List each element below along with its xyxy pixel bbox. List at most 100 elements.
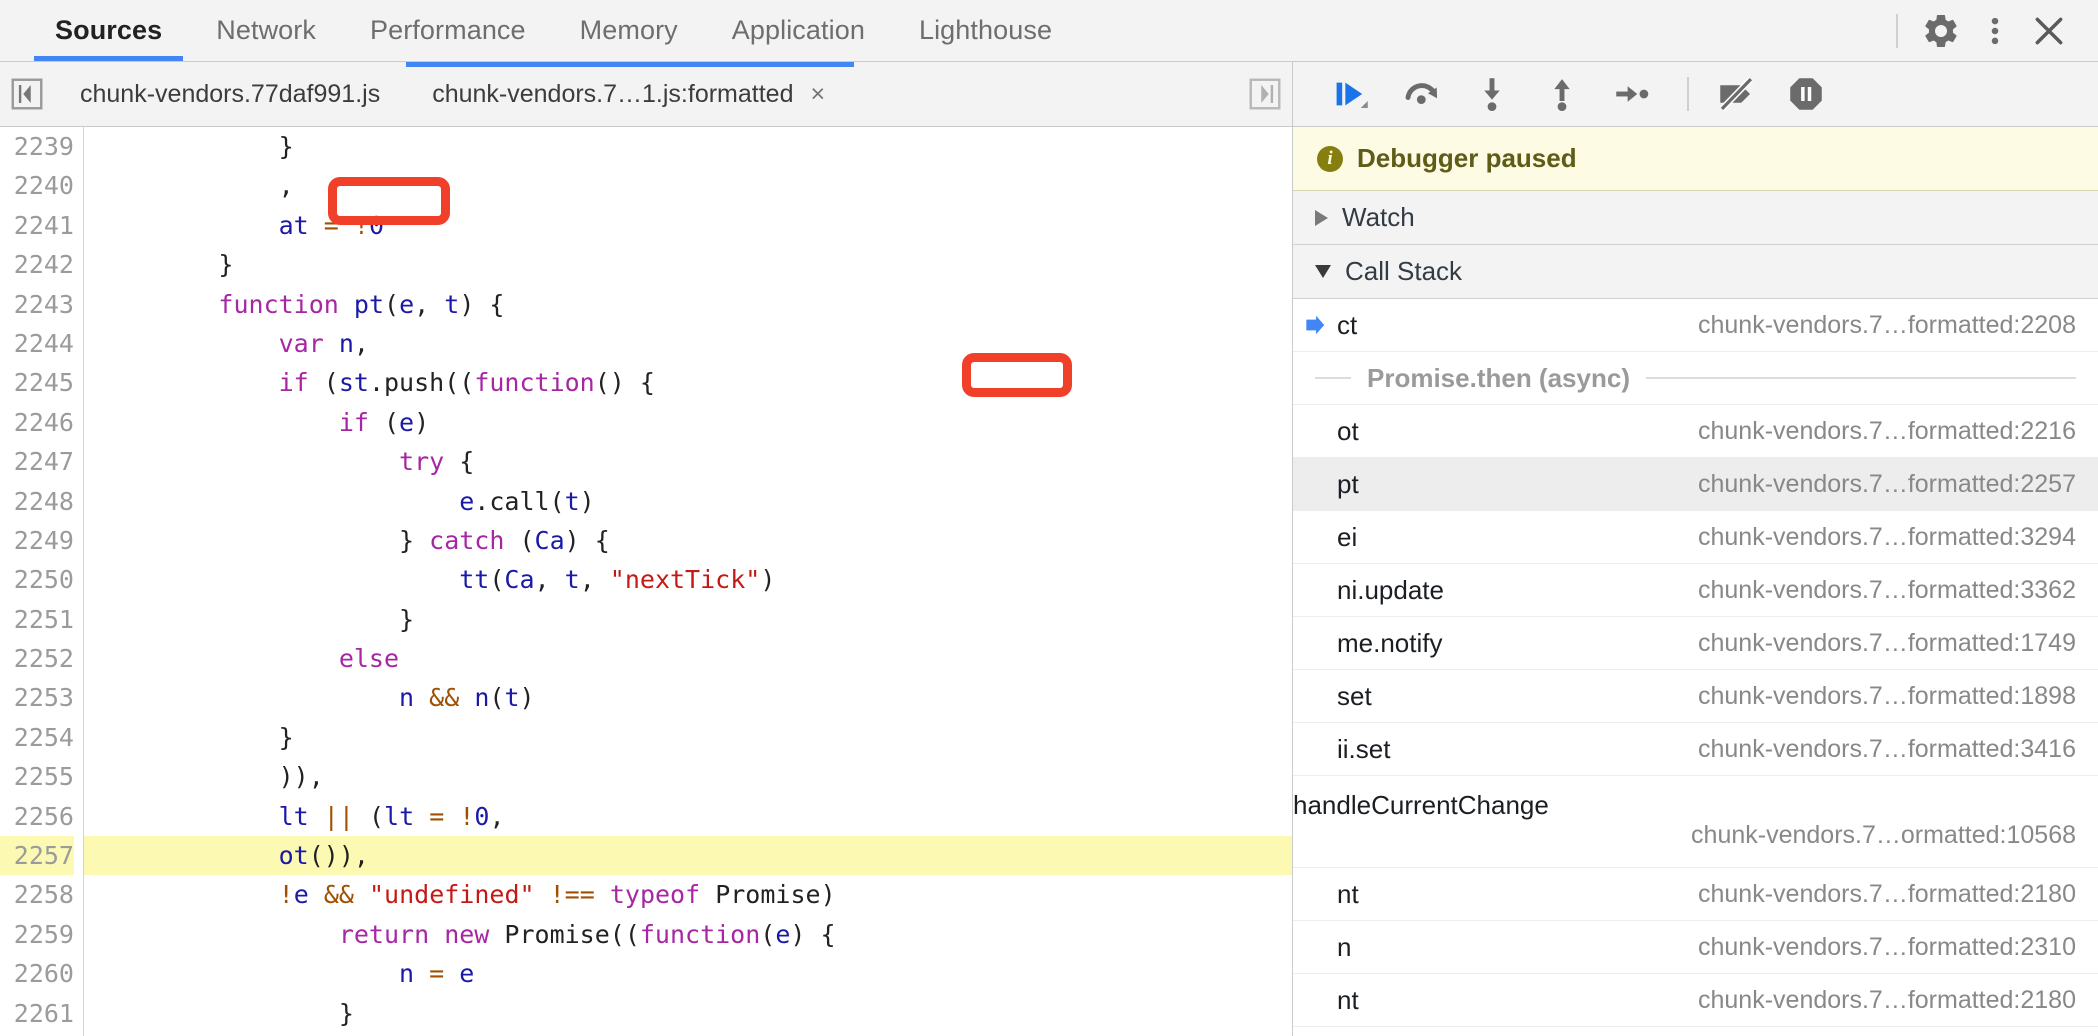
call-stack-row[interactable]: ni.update chunk-vendors.7…formatted:3362 <box>1293 564 2098 617</box>
section-header-watch[interactable]: Watch <box>1293 191 2098 245</box>
code-line[interactable]: } <box>84 600 1292 639</box>
code-line[interactable]: } <box>84 245 1292 284</box>
line-number[interactable]: 2255 <box>0 757 74 796</box>
resume-icon <box>1331 73 1373 115</box>
line-number[interactable]: 2257 <box>0 836 74 876</box>
step-into-button[interactable] <box>1461 66 1523 122</box>
line-number[interactable]: 2245 <box>0 363 74 402</box>
code-line[interactable]: try { <box>84 442 1292 481</box>
line-number[interactable]: 2251 <box>0 600 74 639</box>
code-line[interactable]: if (e) <box>84 403 1292 442</box>
line-number[interactable]: 2259 <box>0 915 74 954</box>
code-token-plain: } <box>98 604 415 634</box>
code-token-plain: )), <box>98 762 324 792</box>
line-number[interactable]: 2254 <box>0 718 74 757</box>
panel-tab-memory[interactable]: Memory <box>553 0 705 61</box>
resume-script-execution-button[interactable] <box>1321 66 1383 122</box>
line-number[interactable]: 2258 <box>0 875 74 914</box>
code-line-executing[interactable]: ot()), <box>84 836 1292 876</box>
step-over-button[interactable] <box>1391 66 1453 122</box>
line-number[interactable]: 2241 <box>0 206 74 245</box>
code-line[interactable]: , <box>84 166 1292 205</box>
line-number[interactable]: 2242 <box>0 245 74 284</box>
panel-tab-lighthouse[interactable]: Lighthouse <box>892 0 1079 61</box>
call-stack-row[interactable]: ii.set chunk-vendors.7…formatted:3416 <box>1293 723 2098 776</box>
code-line[interactable]: } <box>84 718 1292 757</box>
call-stack-row[interactable]: ot chunk-vendors.7…formatted:2216 <box>1293 405 2098 458</box>
call-stack-function-name: set <box>1337 680 1372 711</box>
more-options-button[interactable] <box>1968 4 2022 58</box>
code-line[interactable]: else <box>84 639 1292 678</box>
call-stack-row[interactable]: nt chunk-vendors.7…formatted:2180 <box>1293 868 2098 921</box>
code-line[interactable]: at = !0 <box>84 206 1292 245</box>
call-stack-row[interactable]: set chunk-vendors.7…formatted:1898 <box>1293 670 2098 723</box>
line-number[interactable]: 2248 <box>0 482 74 521</box>
code-token-kw: function <box>474 368 595 398</box>
code-line[interactable]: function pt(e, t) { <box>84 285 1292 324</box>
panel-tab-sources[interactable]: Sources <box>28 0 189 61</box>
code-token-kw: var <box>278 328 324 358</box>
step-button[interactable] <box>1601 66 1663 122</box>
call-stack-list[interactable]: ct chunk-vendors.7…formatted:2208 Promise.… <box>1293 299 2098 1036</box>
call-stack-row[interactable]: handleCurrentChange chunk-vendors.7…ormat… <box>1293 776 2098 868</box>
line-number[interactable]: 2249 <box>0 521 74 560</box>
file-tab-close-icon[interactable]: × <box>807 80 828 109</box>
code-line[interactable]: tt(Ca, t, "nextTick") <box>84 560 1292 599</box>
call-stack-function-name: ct <box>1337 309 1358 340</box>
line-number[interactable]: 2261 <box>0 994 74 1033</box>
scroll-tabs-right-button[interactable] <box>1238 62 1292 126</box>
kebab-menu-icon <box>1978 11 2012 51</box>
code-line[interactable]: var n, <box>84 324 1292 363</box>
code-editor[interactable]: 2239 2240 2241 2242 2243 2244 2245 2246 2247 2248… <box>0 127 1292 1036</box>
line-number[interactable]: 2247 <box>0 442 74 481</box>
line-number[interactable]: 2239 <box>0 127 74 166</box>
line-number[interactable]: 2243 <box>0 285 74 324</box>
code-token-plain: ( <box>760 919 776 949</box>
line-number[interactable]: 2246 <box>0 403 74 442</box>
code-content[interactable]: } , at = !0 } function pt(e, t) { var n,… <box>84 127 1292 1036</box>
code-line[interactable]: } catch (Ca) { <box>84 521 1292 560</box>
pause-on-exceptions-button[interactable] <box>1775 66 1837 122</box>
line-number[interactable]: 2256 <box>0 797 74 836</box>
line-number[interactable]: 2240 <box>0 166 74 205</box>
line-number[interactable]: 2260 <box>0 954 74 993</box>
call-stack-function-name: ei <box>1337 521 1358 552</box>
code-line[interactable]: !e && "undefined" !== typeof Promise) <box>84 875 1292 914</box>
code-line[interactable]: n && n(t) <box>84 678 1292 717</box>
call-stack-function-name: n <box>1337 931 1352 962</box>
panel-tab-performance[interactable]: Performance <box>343 0 553 61</box>
code-line[interactable]: } <box>84 994 1292 1033</box>
deactivate-breakpoints-button[interactable] <box>1705 66 1767 122</box>
code-line[interactable]: )), <box>84 757 1292 796</box>
call-stack-row[interactable]: n chunk-vendors.7…formatted:2310 <box>1293 921 2098 974</box>
line-number[interactable]: 2244 <box>0 324 74 363</box>
code-line[interactable]: lt || (lt = !0, <box>84 797 1292 836</box>
line-number[interactable]: 2250 <box>0 560 74 599</box>
settings-button[interactable] <box>1914 4 1968 58</box>
panel-tab-network[interactable]: Network <box>189 0 343 61</box>
call-stack-row[interactable]: nt chunk-vendors.7…formatted:2180 <box>1293 974 2098 1027</box>
code-line[interactable]: n = e <box>84 954 1292 993</box>
call-stack-row[interactable]: pt chunk-vendors.7…formatted:2257 <box>1293 458 2098 511</box>
line-number[interactable]: 2252 <box>0 639 74 678</box>
close-devtools-button[interactable] <box>2022 4 2076 58</box>
code-line[interactable]: } <box>84 127 1292 166</box>
scroll-tabs-left-button[interactable] <box>0 62 54 126</box>
line-number-gutter[interactable]: 2239 2240 2241 2242 2243 2244 2245 2246 2247 2248… <box>0 127 84 1036</box>
code-line[interactable]: e.call(t) <box>84 482 1292 521</box>
section-header-call-stack[interactable]: Call Stack <box>1293 245 2098 299</box>
call-stack-row[interactable]: ei chunk-vendors.7…formatted:3294 <box>1293 511 2098 564</box>
step-out-button[interactable] <box>1531 66 1593 122</box>
panel-tab-application[interactable]: Application <box>705 0 892 61</box>
code-line[interactable]: if (st.push((function() { <box>84 363 1292 402</box>
code-token-plain: } <box>98 722 294 752</box>
file-tab[interactable]: chunk-vendors.77daf991.js <box>54 62 406 126</box>
call-stack-row[interactable]: me.notify chunk-vendors.7…formatted:1749 <box>1293 617 2098 670</box>
code-line[interactable]: return new Promise((function(e) { <box>84 915 1292 954</box>
line-number[interactable]: 2253 <box>0 678 74 717</box>
file-tab-active[interactable]: chunk-vendors.7…1.js:formatted × <box>406 62 855 126</box>
call-stack-row[interactable]: ct chunk-vendors.7…formatted:2208 <box>1293 299 2098 352</box>
